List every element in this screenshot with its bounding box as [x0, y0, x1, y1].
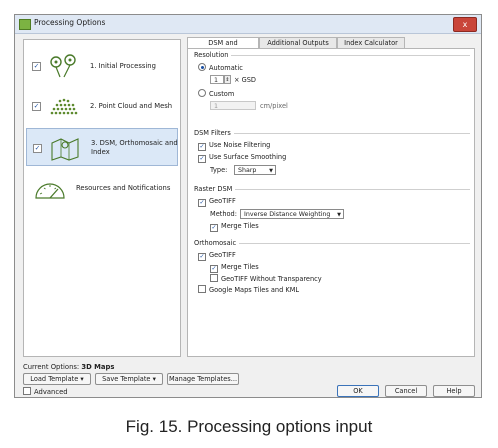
keypoints-icon [50, 54, 76, 78]
checkbox-box[interactable] [210, 274, 218, 282]
tab-additional-outputs[interactable]: Additional Outputs [259, 37, 337, 48]
cancel-button[interactable]: Cancel [385, 385, 427, 397]
advanced-checkbox[interactable]: Advanced [23, 387, 68, 396]
button-label: Save Template [102, 375, 151, 383]
step-point-cloud[interactable]: ✓ 2. Point Cloud and Mesh [26, 88, 178, 124]
figure-caption: Fig. 15. Processing options input [125, 417, 373, 436]
radio-label: Custom [209, 90, 235, 98]
app-icon [19, 19, 31, 30]
point-cloud-icon [50, 98, 78, 115]
method-select[interactable]: Inverse Distance Weighting ▼ [240, 209, 344, 219]
raster-geotiff-checkbox[interactable]: ✓ GeoTIFF [198, 197, 236, 207]
section-title: Raster DSM [194, 185, 236, 193]
surface-smoothing-checkbox[interactable]: ✓ Use Surface Smoothing [198, 153, 286, 163]
processing-options-dialog: Processing Options x ✓ 1. Initial Proces… [14, 14, 482, 398]
custom-radio[interactable]: Custom [198, 89, 234, 98]
button-label: Load Template [30, 375, 79, 383]
section-title: Orthomosaic [194, 239, 240, 247]
map-pins-icon [51, 138, 79, 161]
window-title: Processing Options [34, 18, 106, 27]
checkbox-label: GeoTIFF Without Transparency [221, 275, 322, 283]
step-initial-processing[interactable]: ✓ 1. Initial Processing [26, 48, 178, 84]
current-options-value: 3D Maps [81, 363, 115, 371]
type-label: Type: [210, 166, 228, 174]
checkbox-label: Use Surface Smoothing [209, 153, 287, 161]
chevron-down-icon: ▼ [337, 212, 341, 218]
tab-content: Resolution Automatic 1 ⇕ × GSD Custom 1 … [187, 48, 475, 357]
radio-dot[interactable] [198, 89, 206, 97]
step-resources-notifications[interactable]: Resources and Notifications [26, 172, 178, 208]
checkbox-box[interactable]: ✓ [210, 265, 218, 273]
load-template-button[interactable]: Load Template ▾ [23, 373, 91, 385]
noise-filtering-checkbox[interactable]: ✓ Use Noise Filtering [198, 141, 270, 151]
step-list: ✓ 1. Initial Processing ✓ 2. Point Cloud… [23, 39, 181, 357]
step-label: 1. Initial Processing [90, 62, 156, 70]
checkbox-box[interactable] [198, 285, 206, 293]
checkbox-box[interactable]: ✓ [198, 199, 206, 207]
manage-templates-button[interactable]: Manage Templates... [167, 373, 239, 385]
checkbox-label: GeoTIFF [209, 197, 236, 205]
gsd-spinner[interactable]: ⇕ [224, 75, 231, 84]
help-button[interactable]: Help [433, 385, 475, 397]
smoothing-type-select[interactable]: Sharp ▼ [234, 165, 276, 175]
ok-button[interactable]: OK [337, 385, 379, 397]
step-label: Resources and Notifications [76, 184, 171, 192]
checkbox-box[interactable]: ✓ [210, 224, 218, 232]
checkbox-box[interactable] [23, 387, 31, 395]
gauge-icon [35, 183, 65, 199]
radio-label: Automatic [209, 64, 243, 72]
checkbox-label: Google Maps Tiles and KML [209, 286, 300, 294]
method-label: Method: [210, 210, 237, 218]
select-value: Sharp [238, 167, 257, 174]
gsd-unit: × GSD [234, 76, 256, 84]
google-maps-kml-checkbox[interactable]: Google Maps Tiles and KML [198, 285, 299, 294]
step-2-checkbox[interactable]: ✓ [32, 102, 41, 111]
current-options: Current Options: 3D Maps [23, 363, 114, 371]
raster-merge-tiles-checkbox[interactable]: ✓ Merge Tiles [210, 222, 259, 232]
automatic-radio[interactable]: Automatic [198, 63, 243, 72]
ortho-geotiff-checkbox[interactable]: ✓ GeoTIFF [198, 251, 236, 261]
no-transparency-checkbox[interactable]: GeoTIFF Without Transparency [210, 274, 322, 283]
dsm-filters-section: DSM Filters ✓ Use Noise Filtering ✓ Use Su… [194, 129, 470, 180]
step-label: 3. DSM, Orthomosaic and Index [91, 139, 178, 156]
select-value: Inverse Distance Weighting [244, 211, 331, 218]
checkbox-label: Advanced [34, 388, 68, 396]
custom-unit: cm/pixel [260, 102, 288, 110]
resolution-section: Resolution Automatic 1 ⇕ × GSD Custom 1 … [194, 51, 470, 116]
section-title: DSM Filters [194, 129, 234, 137]
ortho-merge-tiles-checkbox[interactable]: ✓ Merge Tiles [210, 263, 259, 273]
step-dsm-orthomosaic[interactable]: ✓ 3. DSM, Orthomosaic and Index [26, 128, 178, 166]
checkbox-box[interactable]: ✓ [198, 143, 206, 151]
checkbox-label: Merge Tiles [221, 263, 259, 271]
step-1-checkbox[interactable]: ✓ [32, 62, 41, 71]
current-options-label: Current Options: [23, 363, 80, 371]
section-title: Resolution [194, 51, 232, 59]
checkbox-label: GeoTIFF [209, 251, 236, 259]
custom-resolution-input[interactable]: 1 [210, 101, 256, 110]
radio-dot[interactable] [198, 63, 206, 71]
checkbox-label: Use Noise Filtering [209, 141, 271, 149]
checkbox-box[interactable]: ✓ [198, 155, 206, 163]
save-template-button[interactable]: Save Template ▾ [95, 373, 163, 385]
close-button[interactable]: x [453, 17, 477, 32]
step-3-checkbox[interactable]: ✓ [33, 144, 42, 153]
checkbox-box[interactable]: ✓ [198, 253, 206, 261]
raster-dsm-section: Raster DSM ✓ GeoTIFF Method: Inverse Dist… [194, 185, 470, 236]
title-bar: Processing Options x [15, 15, 481, 34]
gsd-input[interactable]: 1 [210, 75, 224, 84]
tab-index-calculator[interactable]: Index Calculator [337, 37, 405, 48]
checkbox-label: Merge Tiles [221, 222, 259, 230]
chevron-down-icon: ▼ [269, 168, 273, 174]
orthomosaic-section: Orthomosaic ✓ GeoTIFF ✓ Merge Tiles GeoTIF… [194, 239, 470, 304]
step-label: 2. Point Cloud and Mesh [90, 102, 173, 110]
